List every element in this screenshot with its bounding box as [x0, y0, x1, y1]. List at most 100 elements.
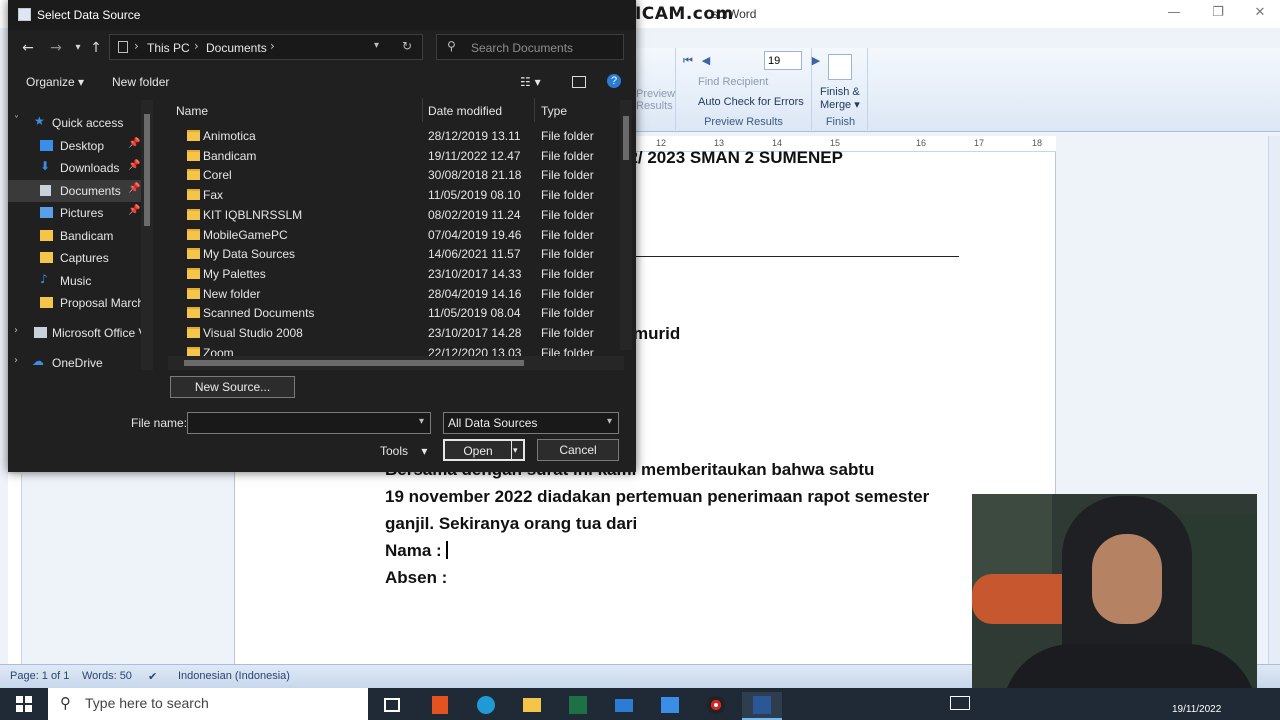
- file-row[interactable]: Bandicam 19/11/2022 12.47 File folder: [166, 146, 616, 166]
- expand-chevron-icon[interactable]: ˅: [14, 115, 19, 126]
- nav-pictures[interactable]: Pictures 📌: [8, 202, 148, 224]
- view-options-icon[interactable]: ☷ ▾: [520, 75, 541, 89]
- tools-button[interactable]: Tools ▾: [380, 444, 427, 458]
- cancel-button[interactable]: Cancel: [537, 439, 619, 461]
- folder-icon: [187, 189, 200, 201]
- file-row[interactable]: MobileGamePC 07/04/2019 19.46 File folder: [166, 225, 616, 245]
- new-folder-button[interactable]: New folder: [112, 75, 169, 89]
- nav-proposal[interactable]: Proposal Marchi: [8, 292, 148, 314]
- nav-bandicam[interactable]: Bandicam: [8, 225, 148, 247]
- file-type-select[interactable]: All Data Sources ▾: [443, 412, 619, 434]
- file-type: File folder: [541, 129, 594, 143]
- forward-arrow-icon[interactable]: →: [46, 38, 66, 58]
- nav-downloads[interactable]: ⬇ Downloads 📌: [8, 157, 148, 179]
- file-row[interactable]: Scanned Documents 11/05/2019 08.04 File fo…: [166, 303, 616, 323]
- breadcrumb-chevron-icon: ›: [134, 39, 139, 53]
- record-number-input[interactable]: [764, 51, 802, 70]
- nav-music[interactable]: ♪ Music: [8, 270, 148, 292]
- word-count[interactable]: Words: 50: [82, 670, 132, 682]
- first-record-icon[interactable]: ⏮: [680, 53, 696, 69]
- column-header-type[interactable]: Type: [541, 104, 567, 118]
- nav-quick-access[interactable]: ˅ ★ Quick access: [8, 112, 148, 134]
- collapse-chevron-icon[interactable]: ›: [14, 325, 18, 336]
- webcam-face: [1092, 534, 1162, 624]
- finish-merge-button[interactable]: Finish & Merge ▾: [820, 86, 860, 111]
- column-header-date[interactable]: Date modified: [428, 104, 502, 118]
- file-row[interactable]: Corel 30/08/2018 21.18 File folder: [166, 165, 616, 185]
- chevron-down-icon[interactable]: ▾: [419, 416, 424, 427]
- minimize-button[interactable]: —: [1152, 2, 1196, 24]
- excel-icon[interactable]: [558, 692, 598, 720]
- file-list-vertical-scrollbar[interactable]: [620, 100, 632, 350]
- nav-captures[interactable]: Captures: [8, 247, 148, 269]
- navigation-pane: ˅ ★ Quick access Desktop 📌 ⬇ Downloads 📌…: [8, 98, 158, 372]
- windows-start-icon[interactable]: [16, 696, 32, 712]
- nav-documents[interactable]: Documents 📌: [8, 180, 148, 202]
- store-icon[interactable]: [650, 692, 690, 720]
- proofing-icon[interactable]: ✔: [148, 670, 157, 683]
- file-row[interactable]: Animotica 28/12/2019 13.11 File folder: [166, 126, 616, 146]
- word-icon[interactable]: [742, 692, 782, 720]
- ribbon-group-preview-results: ⏮ ◀ ▶ ⏭ Find Recipient Auto Check for Er…: [676, 48, 839, 130]
- refresh-icon[interactable]: ↻: [402, 39, 412, 53]
- file-list-horizontal-scrollbar[interactable]: [168, 356, 624, 370]
- file-row[interactable]: New folder 28/04/2019 14.16 File folder: [166, 284, 616, 304]
- mail-icon[interactable]: [604, 692, 644, 720]
- task-view-icon[interactable]: [372, 692, 412, 720]
- document-scrollbar[interactable]: [1268, 136, 1280, 664]
- address-dropdown-icon[interactable]: ▾: [374, 40, 379, 51]
- nav-onedrive[interactable]: › ☁ OneDrive: [8, 352, 148, 372]
- breadcrumb-this-pc[interactable]: This PC: [147, 41, 190, 55]
- search-box[interactable]: ⚲ Search Documents: [436, 34, 624, 60]
- language-indicator[interactable]: Indonesian (Indonesia): [178, 670, 290, 682]
- file-row[interactable]: Fax 11/05/2019 08.10 File folder: [166, 185, 616, 205]
- file-explorer-icon[interactable]: [512, 692, 552, 720]
- open-button[interactable]: Open ▾: [443, 439, 525, 461]
- nav-microsoft-office[interactable]: › Microsoft Office V: [8, 322, 148, 344]
- bandicam-icon[interactable]: [696, 692, 736, 720]
- clock-date[interactable]: 19/11/2022: [1172, 704, 1221, 715]
- maximize-button[interactable]: ❐: [1196, 2, 1240, 24]
- file-name: Corel: [203, 168, 232, 183]
- file-row[interactable]: My Palettes 23/10/2017 14.33 File folder: [166, 264, 616, 284]
- file-name-input[interactable]: ▾: [187, 412, 431, 434]
- recent-locations-chevron-icon[interactable]: ▾: [68, 38, 88, 58]
- open-dropdown-icon[interactable]: ▾: [513, 441, 518, 461]
- preview-pane-icon[interactable]: [572, 76, 586, 88]
- search-icon: ⚲: [60, 694, 71, 712]
- new-source-button[interactable]: New Source...: [170, 376, 295, 398]
- auto-check-errors-button[interactable]: Auto Check for Errors: [698, 96, 804, 108]
- back-arrow-icon[interactable]: ←: [18, 38, 38, 58]
- file-list-hscroll-thumb[interactable]: [184, 360, 524, 366]
- organize-button[interactable]: Organize ▾: [26, 75, 84, 89]
- find-recipient-button[interactable]: Find Recipient: [698, 76, 768, 88]
- up-arrow-icon[interactable]: ↑: [86, 38, 106, 58]
- folder-icon: [40, 252, 53, 263]
- office-app-icon[interactable]: [420, 692, 460, 720]
- breadcrumb-documents[interactable]: Documents: [206, 41, 267, 55]
- address-bar[interactable]: › This PC › Documents › ▾ ↻: [109, 34, 423, 60]
- taskbar-search-box[interactable]: ⚲ Type here to search: [48, 688, 368, 720]
- file-list-scroll-thumb[interactable]: [623, 116, 629, 160]
- file-date: 23/10/2017 14.28: [428, 326, 522, 340]
- nav-scrollbar[interactable]: [141, 100, 153, 370]
- help-icon[interactable]: ?: [607, 74, 621, 88]
- edge-browser-icon[interactable]: [466, 692, 506, 720]
- file-row[interactable]: KIT IQBLNRSSLM 08/02/2019 11.24 File folde…: [166, 205, 616, 225]
- preview-results-button[interactable]: Preview Results: [636, 88, 675, 112]
- cloud-icon: ☁: [32, 354, 44, 368]
- file-row[interactable]: My Data Sources 14/06/2021 11.57 File fold…: [166, 244, 616, 264]
- folder-icon: [187, 267, 200, 279]
- file-type: File folder: [541, 266, 594, 281]
- column-header-name[interactable]: Name: [176, 104, 208, 118]
- collapse-chevron-icon[interactable]: ›: [14, 355, 18, 366]
- column-separator[interactable]: [534, 98, 535, 122]
- nav-desktop[interactable]: Desktop 📌: [8, 135, 148, 157]
- previous-record-icon[interactable]: ◀: [698, 53, 714, 69]
- file-row[interactable]: Visual Studio 2008 23/10/2017 14.28 File f…: [166, 323, 616, 343]
- column-separator[interactable]: [422, 98, 423, 122]
- chevron-down-icon[interactable]: ▾: [607, 416, 612, 427]
- close-button[interactable]: ✕: [1238, 2, 1280, 24]
- nav-scroll-thumb[interactable]: [144, 114, 150, 226]
- keyboard-icon[interactable]: [950, 696, 970, 710]
